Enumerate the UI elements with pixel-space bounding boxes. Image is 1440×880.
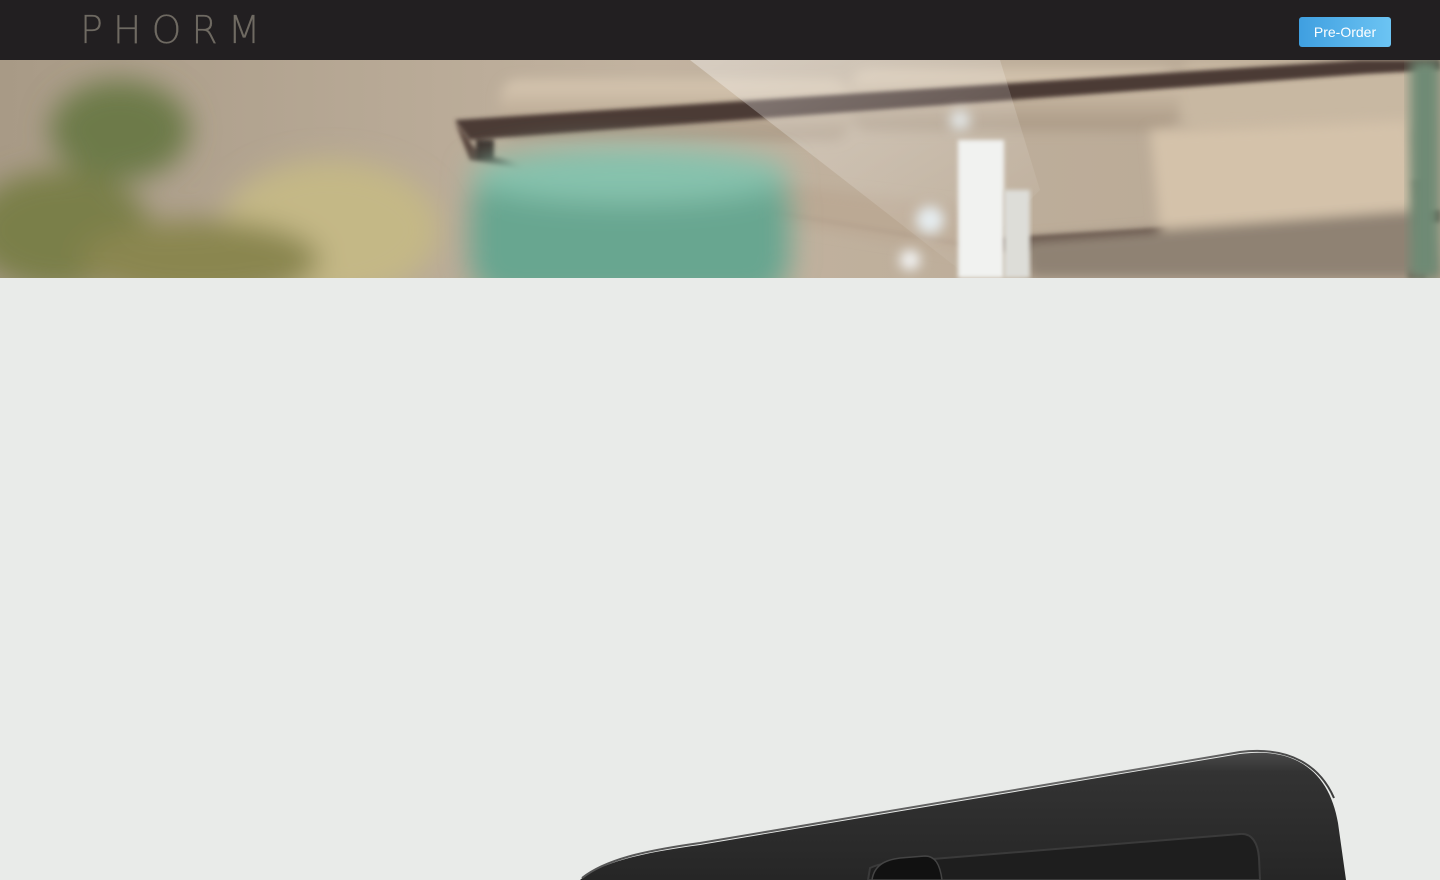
phone-case-device-image xyxy=(580,750,1346,880)
product-showcase-section xyxy=(0,278,1440,880)
pre-order-button[interactable]: Pre-Order xyxy=(1299,17,1391,47)
hero-banner-image xyxy=(0,60,1440,278)
top-navigation-bar: PHORM Pre-Order xyxy=(0,0,1440,60)
hero-photo-illustration xyxy=(0,60,1440,278)
brand-logo[interactable]: PHORM xyxy=(80,8,271,52)
